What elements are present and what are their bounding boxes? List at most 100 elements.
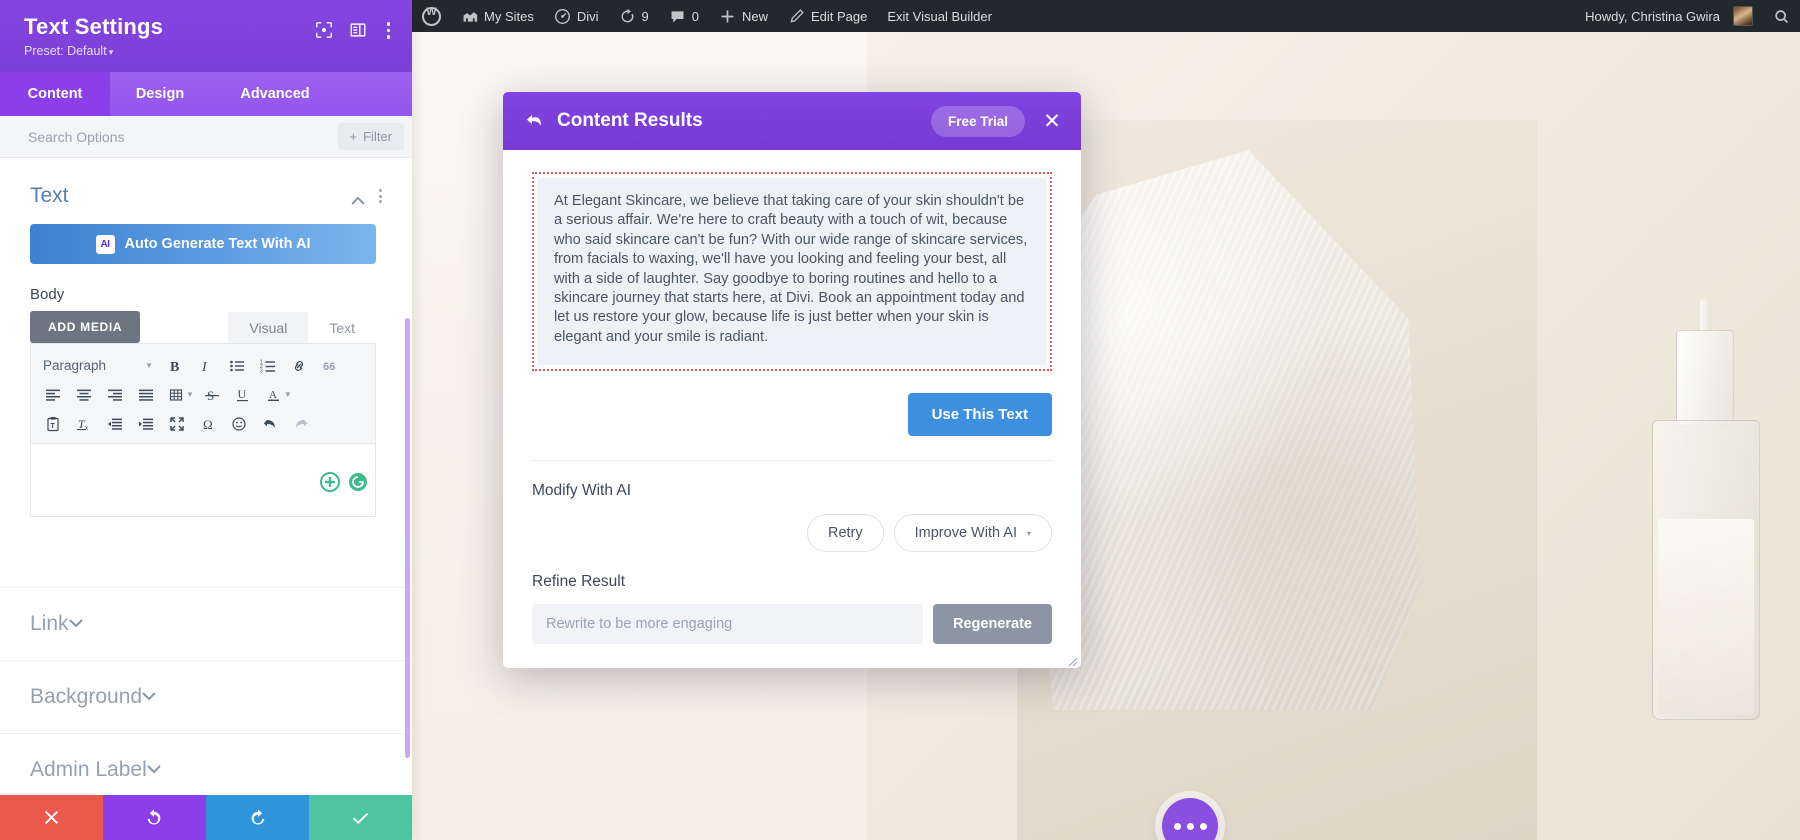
section-background[interactable]: Background	[0, 660, 412, 733]
align-right-icon[interactable]	[99, 380, 130, 409]
improve-label: Improve With AI	[914, 525, 1017, 542]
search-input[interactable]	[28, 128, 338, 145]
svg-text:66: 66	[323, 361, 335, 373]
svg-text:I: I	[201, 360, 208, 374]
dropper-bottle	[1652, 420, 1760, 720]
free-trial-badge[interactable]: Free Trial	[930, 105, 1025, 137]
italic-icon[interactable]: I	[190, 351, 221, 380]
close-icon[interactable]: ✕	[1041, 110, 1063, 133]
preset-selector[interactable]: Preset: Default ▾	[24, 44, 163, 58]
undo-icon[interactable]	[254, 409, 285, 438]
refine-input[interactable]	[532, 604, 924, 645]
grammarly-logo-icon[interactable]	[347, 471, 369, 493]
clear-formatting-icon[interactable]: Tx	[68, 409, 99, 438]
filter-button[interactable]: + Filter	[337, 123, 404, 151]
layout-columns-icon[interactable]	[349, 21, 367, 39]
editor-toolbar: Paragraph ▼ B I 123 66 ▼ S U A ▼ T T x Ω	[30, 343, 376, 444]
align-left-icon[interactable]	[37, 380, 68, 409]
tab-design[interactable]: Design	[110, 72, 210, 116]
bold-icon[interactable]: B	[159, 351, 190, 380]
strikethrough-icon[interactable]: S	[197, 380, 228, 409]
settings-panel-header: Text Settings Preset: Default ▾	[0, 0, 412, 73]
settings-scrollbar[interactable]	[405, 318, 410, 759]
svg-text:U: U	[238, 387, 247, 401]
generated-text-content[interactable]: At Elegant Skincare, we believe that tak…	[538, 178, 1046, 366]
redo-button[interactable]	[206, 795, 309, 840]
underline-icon[interactable]: U	[228, 380, 259, 409]
dropper-cap	[1676, 330, 1734, 426]
adminbar-edit-page[interactable]: Edit Page	[778, 0, 877, 32]
svg-text:Ω: Ω	[203, 417, 213, 432]
outdent-icon[interactable]	[99, 409, 130, 438]
chevron-down-icon[interactable]	[142, 688, 156, 705]
responsive-view-icon[interactable]	[315, 21, 333, 39]
adminbar-new[interactable]: New	[709, 0, 778, 32]
adminbar-wordpress-logo[interactable]	[412, 0, 451, 32]
chevron-down-icon: ▾	[1026, 528, 1031, 538]
fullscreen-icon[interactable]	[161, 409, 192, 438]
chevron-down-icon[interactable]	[68, 615, 83, 632]
adminbar-my-sites-label: My Sites	[484, 8, 534, 24]
adminbar-divi-label: Divi	[576, 8, 599, 24]
back-arrow-icon[interactable]	[525, 111, 545, 131]
divider	[532, 460, 1052, 462]
tab-content[interactable]: Content	[0, 72, 110, 117]
use-this-text-button[interactable]: Use This Text	[907, 393, 1052, 437]
updates-icon	[619, 8, 636, 25]
svg-text:3: 3	[260, 368, 263, 374]
special-character-icon[interactable]: Ω	[192, 409, 223, 438]
undo-button[interactable]	[103, 795, 206, 840]
indent-icon[interactable]	[130, 409, 161, 438]
tab-advanced[interactable]: Advanced	[210, 72, 340, 116]
dialog-title: Content Results	[557, 110, 703, 131]
adminbar-divi[interactable]: Divi	[544, 0, 609, 32]
grammarly-suggestion-icon[interactable]	[319, 471, 341, 493]
save-button[interactable]	[309, 795, 412, 840]
adminbar-account[interactable]: Howdy, Christina Gwira	[1575, 0, 1763, 32]
chevron-down-icon[interactable]	[147, 761, 161, 778]
bullet-list-icon[interactable]	[221, 351, 252, 380]
improve-with-ai-dropdown[interactable]: Improve With AI ▾	[893, 514, 1052, 553]
chevron-up-icon[interactable]	[351, 192, 365, 205]
chevron-down-icon[interactable]: ▼	[284, 390, 292, 399]
redo-icon[interactable]	[285, 409, 316, 438]
redo-icon	[251, 809, 265, 825]
adminbar-exit-visual-builder[interactable]: Exit Visual Builder	[877, 0, 1002, 32]
resize-handle-icon[interactable]	[1067, 654, 1078, 667]
dialog-body: At Elegant Skincare, we believe that tak…	[503, 150, 1081, 668]
my-sites-icon	[461, 8, 478, 25]
blockquote-icon[interactable]: 66	[314, 351, 345, 380]
align-center-icon[interactable]	[68, 380, 99, 409]
add-media-button[interactable]: ADD MEDIA	[30, 311, 141, 344]
cancel-button[interactable]	[0, 795, 103, 840]
section-link[interactable]: Link	[0, 587, 412, 660]
refine-result-label: Refine Result	[532, 573, 626, 591]
retry-label: Retry	[827, 525, 863, 542]
adminbar-updates[interactable]: 9	[609, 0, 659, 32]
adminbar-comments[interactable]: 0	[659, 0, 709, 32]
wysiwyg-editor: ADD MEDIA Visual Text Paragraph ▼ B I 1 …	[30, 311, 376, 518]
section-admin-label[interactable]: Admin Label	[0, 733, 412, 795]
regenerate-button[interactable]: Regenerate	[933, 604, 1052, 645]
adminbar-my-sites[interactable]: My Sites	[451, 0, 544, 32]
section-more-options-icon[interactable]	[379, 189, 382, 204]
editor-tab-text[interactable]: Text	[308, 312, 376, 343]
more-options-icon[interactable]	[383, 20, 395, 41]
emoji-icon[interactable]	[223, 409, 254, 438]
chevron-down-icon[interactable]: ▼	[186, 390, 194, 399]
comments-icon	[669, 8, 686, 25]
auto-generate-text-with-ai-button[interactable]: AI Auto Generate Text With AI	[30, 224, 376, 265]
numbered-list-icon[interactable]: 123	[252, 351, 283, 380]
editor-tab-visual[interactable]: Visual	[228, 312, 309, 344]
align-justify-icon[interactable]	[130, 380, 161, 409]
wordpress-admin-bar: My Sites Divi 9 0 New Edit Page Exit Vis…	[412, 0, 1800, 32]
link-icon[interactable]	[283, 351, 314, 380]
svg-text:x: x	[85, 426, 88, 432]
adminbar-search[interactable]	[1763, 0, 1800, 32]
editor-content-area[interactable]	[30, 443, 376, 518]
result-textarea-wrapper: At Elegant Skincare, we believe that tak…	[532, 172, 1078, 667]
paste-as-text-icon[interactable]: T	[37, 409, 68, 438]
section-header-text[interactable]: Text	[0, 158, 412, 220]
retry-button[interactable]: Retry	[806, 514, 884, 553]
paragraph-format-select[interactable]: Paragraph ▼	[37, 358, 159, 373]
